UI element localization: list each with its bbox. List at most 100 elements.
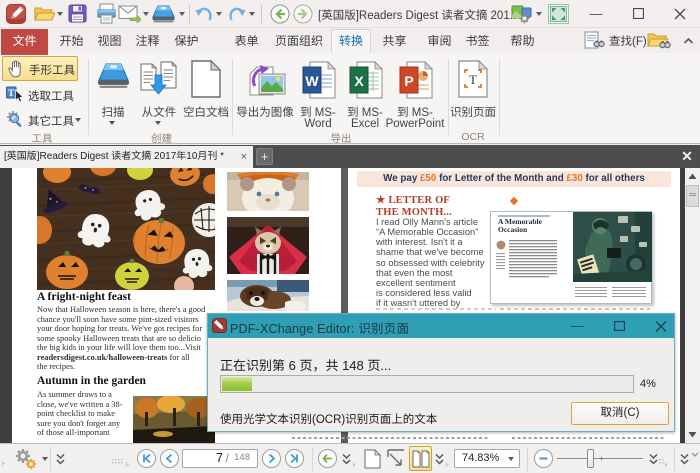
ribbon-tab-organize[interactable]: 页面组织 [269, 30, 329, 53]
document-tab[interactable]: [英国版]Readers Digest 读者文摘 2017年10月刊 * × [0, 146, 253, 168]
find-label[interactable]: 查找(F) [609, 33, 647, 49]
ribbon-tab-help[interactable]: 帮助 [504, 30, 541, 53]
banner-fee-50: £50 [420, 173, 436, 184]
pane-handle-icon[interactable]: ⊦ [2, 461, 9, 469]
find-document-icon[interactable] [584, 31, 606, 50]
forward-button[interactable] [293, 4, 313, 24]
dialog-close-button[interactable] [644, 314, 678, 338]
scanner-icon [97, 63, 130, 89]
zoom-out-button[interactable] [534, 449, 553, 468]
options-dropdown[interactable] [42, 457, 48, 461]
zoom-slider-handle[interactable] [587, 449, 594, 468]
page-layout-icon[interactable] [364, 449, 381, 469]
ribbon-tab-protect[interactable]: 保护 [168, 30, 205, 53]
scan-ribbon-button[interactable]: 扫描 [93, 55, 133, 139]
redo-button[interactable] [227, 5, 246, 22]
search-folder-icon[interactable] [647, 31, 671, 50]
expand-chevrons-icon[interactable] [648, 453, 659, 466]
redo-dropdown[interactable] [249, 12, 255, 16]
to-ms-excel-button[interactable]: X 到 MS- Excel [343, 55, 387, 139]
back-button[interactable] [270, 4, 290, 24]
zoom-value: 74.83% [462, 452, 499, 464]
ribbon-tab-view[interactable]: 视图 [91, 30, 128, 53]
select-tool-icon: T [6, 86, 24, 104]
ribbon-tab-form[interactable]: 表单 [228, 30, 265, 53]
customize-toolbar-button[interactable] [511, 4, 533, 24]
to-ms-excel-label2: Excel [343, 118, 387, 130]
dialog-title-bar[interactable]: PDF-XChange Editor: 识别页面 — [208, 314, 674, 338]
two-page-view-button[interactable] [409, 446, 432, 471]
expand-chevrons-icon[interactable] [434, 453, 445, 466]
expand-chevrons-icon[interactable] [55, 453, 66, 466]
new-tab-button[interactable]: + [256, 148, 273, 165]
pane-handle-icon[interactable]: ⊦ [353, 461, 360, 469]
scan-button[interactable] [151, 5, 176, 23]
ribbon-tab-convert[interactable]: 转换 [332, 30, 370, 53]
close-document-button[interactable]: ✕ [677, 147, 697, 166]
pane-handle-icon[interactable]: ⊦ [126, 461, 133, 469]
button-glyph-icon [319, 450, 336, 467]
ribbon-tab-comment[interactable]: 注释 [129, 30, 166, 53]
cancel-button[interactable]: 取消(C) [571, 402, 669, 425]
window-close-button[interactable] [665, 0, 695, 28]
from-file-button[interactable]: 从文件 [138, 55, 180, 139]
window-minimize-button[interactable]: — [581, 0, 611, 28]
recognize-pages-button[interactable]: T 识别页面 [450, 55, 496, 139]
hand-tool-button[interactable]: 手形工具 [2, 56, 78, 81]
zoom-dropdown[interactable] [508, 457, 514, 461]
page-number-field[interactable]: 7 / 148 [182, 449, 258, 468]
dialog-minimize-button[interactable]: — [560, 314, 594, 338]
email-dropdown[interactable] [143, 12, 149, 16]
scrollbar-thumb[interactable] [686, 185, 699, 207]
export-image-label: 导出为图像 [236, 104, 294, 120]
dialog-maximize-button[interactable] [602, 314, 636, 338]
to-ms-word-button[interactable]: W 到 MS- Word [296, 55, 340, 139]
ribbon-tab-share[interactable]: 共享 [376, 30, 413, 53]
pane-handle-icon[interactable]: ⊦ [665, 461, 672, 469]
vertical-scrollbar[interactable] [685, 168, 700, 443]
open-file-dropdown[interactable] [57, 12, 63, 16]
ribbon-tab-home[interactable]: 开始 [53, 30, 90, 53]
other-tools-button[interactable]: 其它工具 [2, 108, 78, 133]
fullscreen-button[interactable] [548, 4, 569, 24]
to-ms-powerpoint-label2: PowerPoint [384, 118, 446, 130]
button-glyph-icon [138, 450, 155, 467]
pane-handle-icon[interactable]: ⊦ [446, 461, 453, 469]
last-page-button[interactable] [285, 449, 304, 468]
scan-dropdown[interactable] [179, 12, 185, 16]
zoom-level-field[interactable]: 74.83% [454, 449, 520, 468]
expand-chevrons-icon[interactable] [341, 453, 352, 466]
thumb-footer-col1 [575, 285, 607, 299]
previous-page-button[interactable] [160, 449, 179, 468]
scroll-down-arrow[interactable] [685, 427, 700, 442]
previous-view-button[interactable] [318, 449, 337, 468]
next-page-button[interactable] [262, 449, 281, 468]
ribbon-tab-bookmarks[interactable]: 书签 [459, 30, 496, 53]
collapse-ribbon-button[interactable] [683, 36, 694, 48]
customize-dropdown[interactable] [536, 12, 542, 16]
double-chevron-icon [55, 453, 66, 466]
expand-chevrons-icon[interactable] [679, 453, 690, 466]
undo-button[interactable] [195, 5, 214, 22]
scroll-up-arrow[interactable] [685, 169, 700, 184]
ribbon-tab-review[interactable]: 审阅 [421, 30, 458, 53]
from-file-label: 从文件 [138, 104, 180, 120]
svg-text:P: P [404, 73, 413, 89]
blank-document-button[interactable]: 空白文档 [182, 55, 230, 139]
document-tab-close-icon[interactable]: × [241, 150, 247, 164]
first-page-button[interactable] [137, 449, 156, 468]
to-ms-powerpoint-button[interactable]: P 到 MS- PowerPoint [384, 55, 446, 139]
ribbon-tab-file[interactable]: 文件 [1, 29, 48, 55]
export-image-button[interactable]: 导出为图像 [236, 55, 294, 139]
undo-dropdown[interactable] [216, 12, 222, 16]
open-file-button[interactable] [34, 4, 55, 23]
select-tool-button[interactable]: T 选取工具 [2, 83, 78, 108]
email-button[interactable] [118, 5, 141, 23]
print-button[interactable] [96, 3, 117, 24]
save-button[interactable] [68, 4, 87, 23]
fit-page-icon[interactable] [387, 449, 405, 469]
grip-dots-icon [112, 459, 125, 466]
statusbar-separator [674, 447, 675, 471]
window-maximize-button[interactable] [623, 0, 653, 28]
options-gear-icon[interactable] [13, 447, 39, 471]
